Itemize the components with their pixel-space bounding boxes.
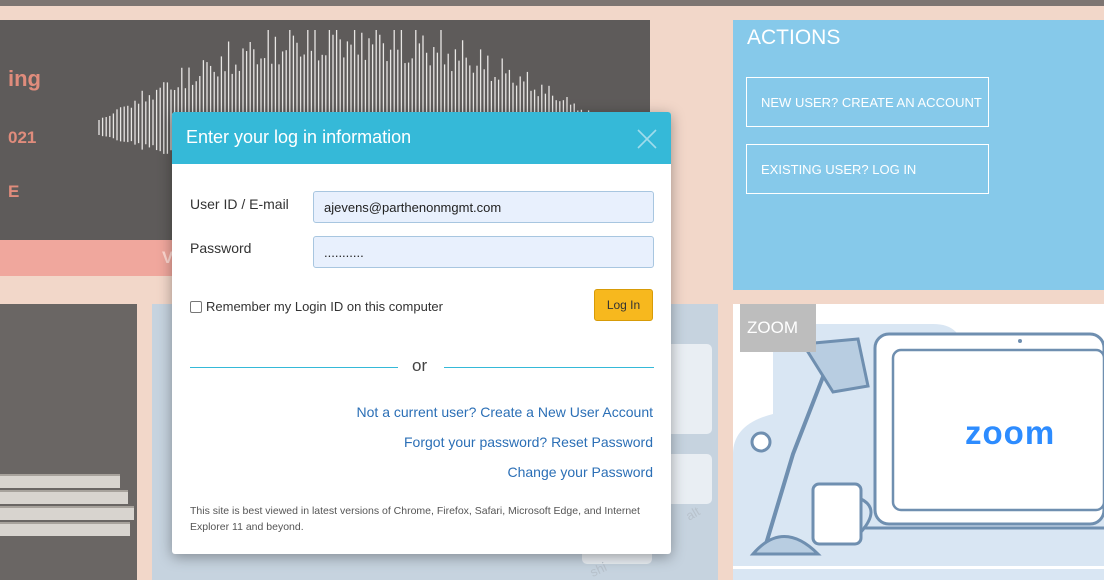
divider-left (190, 367, 398, 368)
create-account-button[interactable]: NEW USER? CREATE AN ACCOUNT (746, 77, 989, 127)
modal-title: Enter your log in information (186, 127, 412, 147)
zoom-logo: zoom (965, 414, 1056, 451)
zoom-tag: ZOOM (740, 304, 816, 352)
actions-panel: ACTIONS NEW USER? CREATE AN ACCOUNT EXIS… (733, 20, 1104, 290)
hero-date: 021 (8, 128, 37, 147)
password-label: Password (190, 240, 252, 256)
password-input[interactable] (313, 236, 654, 268)
user-id-input[interactable] (313, 191, 654, 223)
divider-right (444, 367, 654, 368)
book-graphic (0, 522, 130, 536)
remember-login-label: Remember my Login ID on this computer (206, 299, 443, 314)
top-strip (0, 0, 1104, 6)
hero-title: ing (8, 66, 41, 91)
actions-title: ACTIONS (747, 26, 841, 49)
create-new-account-link[interactable]: Not a current user? Create a New User Ac… (357, 404, 653, 420)
books-image-tile[interactable] (0, 304, 137, 580)
book-graphic (0, 506, 134, 520)
user-id-label: User ID / E-mail (190, 196, 289, 212)
or-separator: or (412, 356, 428, 375)
hero-subtitle: E (8, 182, 20, 201)
book-graphic (0, 490, 128, 504)
login-modal: Enter your log in information User ID / … (172, 112, 671, 554)
browser-support-note: This site is best viewed in latest versi… (190, 505, 640, 533)
change-password-link[interactable]: Change your Password (507, 464, 653, 480)
login-button[interactable]: Log In (594, 289, 653, 321)
close-icon[interactable] (636, 128, 658, 150)
key-alt-label: alt (683, 503, 703, 524)
modal-header: Enter your log in information (172, 112, 671, 164)
remember-login-checkbox[interactable] (190, 300, 202, 313)
book-graphic (0, 474, 120, 488)
existing-user-login-button[interactable]: EXISTING USER? LOG IN (746, 144, 989, 194)
zoom-image-tile[interactable]: ZOOM zoom (733, 304, 1104, 580)
reset-password-link[interactable]: Forgot your password? Reset Password (404, 434, 653, 450)
remember-login-row[interactable]: Remember my Login ID on this computer (190, 299, 443, 314)
